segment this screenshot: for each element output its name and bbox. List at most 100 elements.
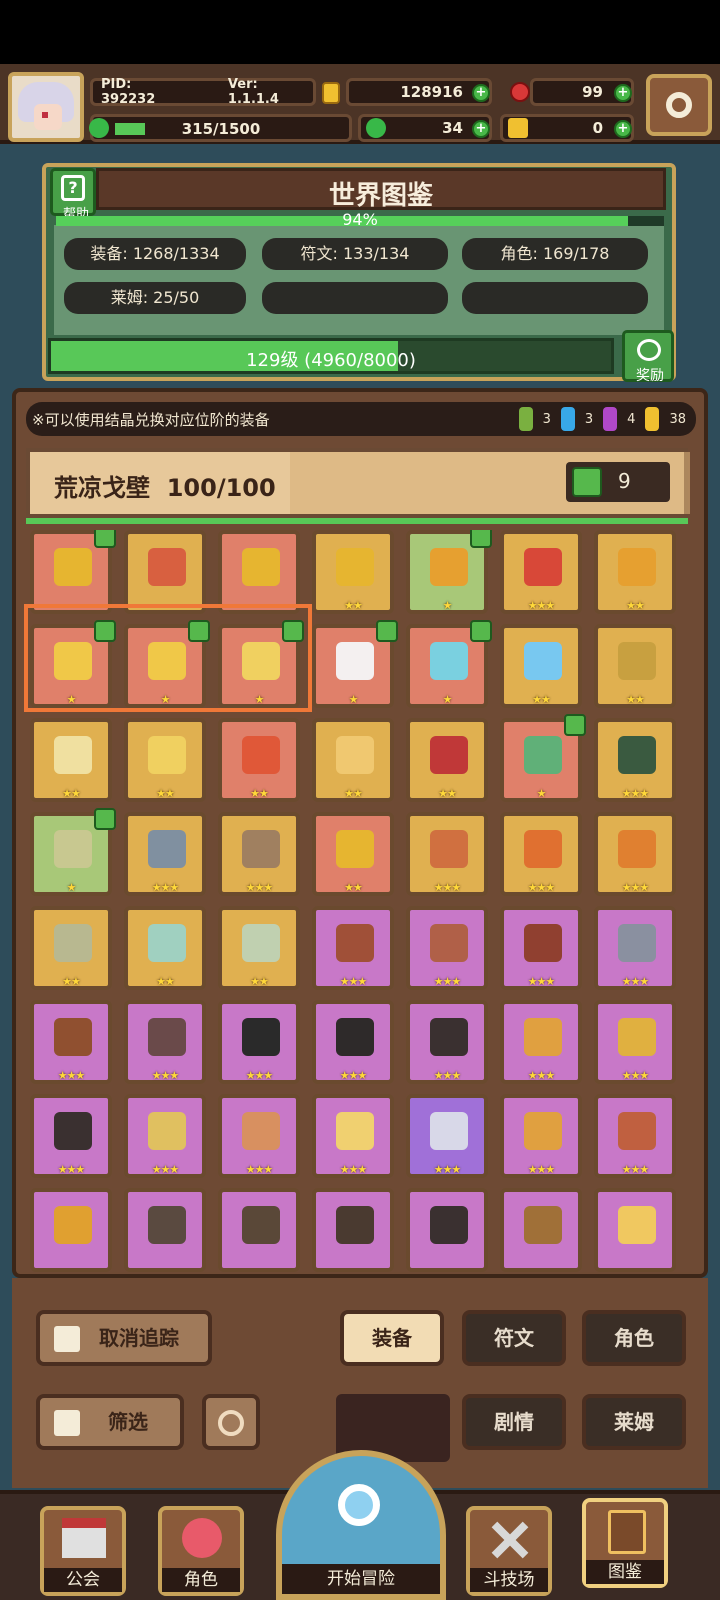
gold-plus-button[interactable]: + [472,84,490,102]
help-button[interactable]: ? 帮助 [50,168,96,222]
equipment-icon [336,736,374,774]
equipment-item[interactable] [500,1188,582,1272]
item-stars: ★ [348,693,359,706]
tab-story[interactable]: 剧情 [462,1394,566,1450]
equipment-icon [148,1018,186,1056]
equipment-item[interactable]: ★★★ [594,718,676,802]
equipment-icon [430,642,468,680]
nav-codex[interactable]: 图鉴 [582,1498,668,1588]
nav-codex-label: 图鉴 [586,1560,664,1584]
equipment-item[interactable]: ★★★ [406,906,488,990]
equipment-item[interactable]: ★★★ [500,812,582,896]
item-stars: ★★ [344,787,363,800]
equipment-item[interactable]: ★★★ [124,812,206,896]
clover-plus-button[interactable]: + [472,120,490,138]
player-avatar[interactable] [8,72,84,142]
equipment-item[interactable]: ★★ [312,812,394,896]
tracked-count-box[interactable]: 9 [566,462,670,502]
equipment-item[interactable]: ★ [30,808,116,896]
item-stars: ★★ [62,787,81,800]
refresh-button[interactable] [202,1394,260,1450]
crystal-icon [560,407,575,431]
crystal-icon [518,407,533,431]
nav-guild[interactable]: 公会 [40,1506,126,1596]
equipment-item[interactable]: ★★ [218,718,300,802]
gear-icon [666,92,692,118]
tab-equipment[interactable]: 装备 [340,1310,444,1366]
equipment-item[interactable]: ★★ [312,718,394,802]
reward-button[interactable]: 奖励 [622,330,674,384]
equipment-item[interactable]: ★★★ [218,1094,300,1178]
ruby-plus-button[interactable]: + [614,84,632,102]
equipment-icon [524,1018,562,1056]
equipment-item[interactable]: ★ [406,530,492,614]
equipment-icon [148,1112,186,1150]
equipment-item[interactable]: ★ [406,620,492,708]
item-stars: ★★ [344,881,363,894]
equipment-icon [336,548,374,586]
equipment-item[interactable] [124,1188,206,1272]
equipment-item[interactable]: ★★ [594,624,676,708]
equipment-item[interactable]: ★★★ [594,906,676,990]
stat-empty-1 [262,282,448,314]
equipment-item[interactable] [406,1188,488,1272]
equipment-item[interactable]: ★★★ [500,1094,582,1178]
item-stars: ★★ [626,599,645,612]
tab-rune[interactable]: 符文 [462,1310,566,1366]
equipment-item[interactable] [312,1188,394,1272]
equipment-item[interactable]: ★★ [594,530,676,614]
equipment-item[interactable]: ★★★ [594,1000,676,1084]
equipment-item[interactable]: ★★ [124,906,206,990]
equipment-item[interactable]: ★★ [218,906,300,990]
equipment-item[interactable]: ★★★ [124,1000,206,1084]
equipment-item[interactable]: ★★ [124,718,206,802]
tab-slime[interactable]: 莱姆 [582,1394,686,1450]
equipment-item[interactable]: ★★★ [30,1094,112,1178]
equipment-item[interactable]: ★★ [30,906,112,990]
equipment-item[interactable]: ★★★ [312,1000,394,1084]
item-stars: ★★★ [433,1163,462,1176]
equipment-item[interactable]: ★★ [312,530,394,614]
equipment-item[interactable]: ★★★ [124,1094,206,1178]
equipment-item[interactable]: ★★★ [218,1000,300,1084]
equipment-item[interactable]: ★★★ [406,1094,488,1178]
equipment-item[interactable]: ★★★ [594,812,676,896]
equipment-item[interactable] [124,530,206,614]
equipment-item[interactable]: ★★★ [500,530,582,614]
equipment-item[interactable]: ★★★ [406,1000,488,1084]
equipment-item[interactable] [218,530,300,614]
equipment-item[interactable]: ★★ [30,718,112,802]
tab-character[interactable]: 角色 [582,1310,686,1366]
equipment-item[interactable]: ★ [500,714,586,802]
equipment-item[interactable]: ★★★ [594,1094,676,1178]
equipment-item[interactable] [30,1188,112,1272]
equipment-item[interactable]: ★★★ [500,906,582,990]
equipment-item[interactable] [594,1188,676,1272]
equipment-icon [430,736,468,774]
ticket-icon [508,118,528,138]
item-stars: ★★★ [527,1163,556,1176]
equipment-item[interactable]: ★★★ [312,906,394,990]
equipment-item[interactable] [30,530,116,614]
equipment-item[interactable]: ★★ [500,624,582,708]
equipment-item[interactable]: ★★★ [500,1000,582,1084]
equipment-item[interactable]: ★★ [406,718,488,802]
equipment-item[interactable] [218,1188,300,1272]
filter-button[interactable]: 筛选 [36,1394,184,1450]
nav-character[interactable]: 角色 [158,1506,244,1596]
codex-title-banner: 世界图鉴 [96,168,666,211]
filter-label: 筛选 [108,1410,148,1434]
equipment-item[interactable]: ★★★ [30,1000,112,1084]
settings-gear-button[interactable] [646,74,712,136]
item-stars: ★★★ [339,1069,368,1082]
equipment-item[interactable]: ★★★ [312,1094,394,1178]
equipment-item[interactable]: ★ [312,620,398,708]
tracked-thumb-icon [470,620,492,642]
untrack-button[interactable]: 取消追踪 [36,1310,212,1366]
equipment-item[interactable]: ★★★ [218,812,300,896]
equipment-icon [148,924,186,962]
nav-arena[interactable]: 斗技场 [466,1506,552,1596]
crystal-count: 3 [542,411,551,427]
equipment-item[interactable]: ★★★ [406,812,488,896]
ticket-plus-button[interactable]: + [614,120,632,138]
